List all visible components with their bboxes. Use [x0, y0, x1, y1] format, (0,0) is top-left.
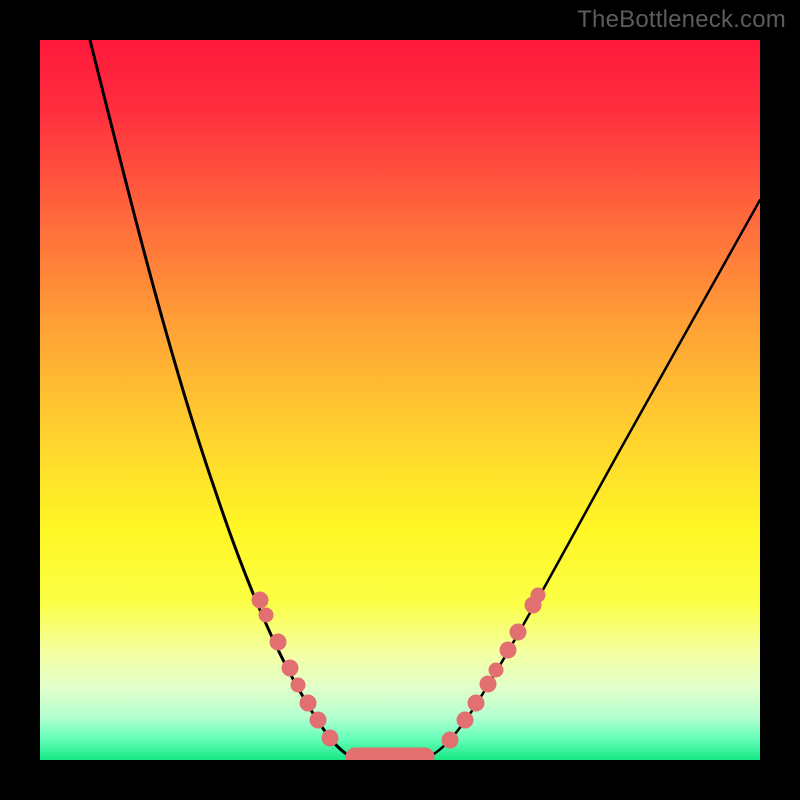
- curve-layer: [40, 40, 760, 760]
- marker-group: [252, 588, 545, 760]
- plot-area: [40, 40, 760, 760]
- chart-frame: TheBottleneck.com: [0, 0, 800, 800]
- curve-right: [425, 200, 760, 758]
- curve-left: [90, 40, 355, 758]
- watermark-text: TheBottleneck.com: [577, 6, 786, 34]
